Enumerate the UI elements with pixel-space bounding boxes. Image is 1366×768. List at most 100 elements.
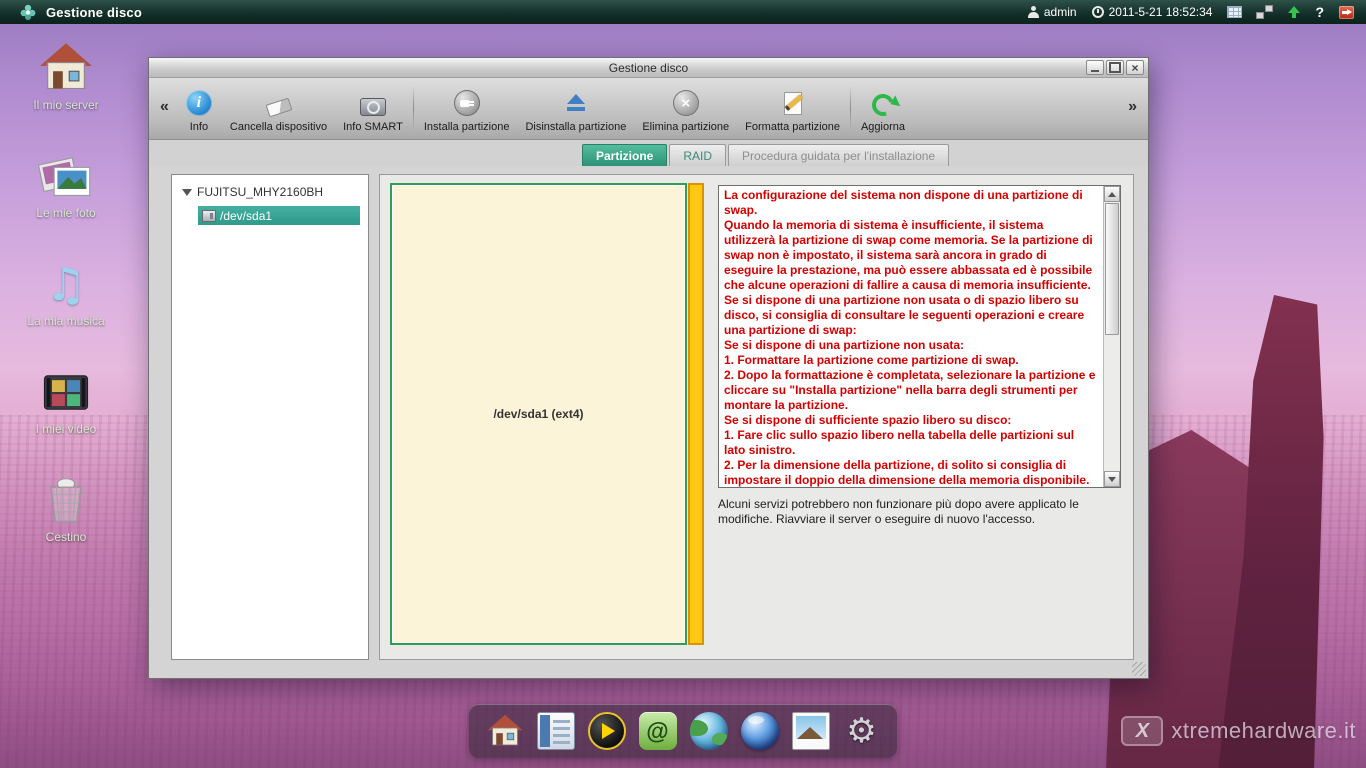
- desktop-shortcuts: Il mio server Le mie foto ♫ La mia music…: [16, 40, 116, 544]
- disk-management-window: Gestione disco « i Info Cancella disposi…: [148, 57, 1149, 679]
- toolbar-scroll-left-button[interactable]: «: [153, 98, 176, 120]
- unmount-partition-button[interactable]: Disinstalla partizione: [517, 78, 634, 139]
- info-line: Quando la memoria di sistema è insuffici…: [724, 218, 1098, 338]
- smart-info-button[interactable]: Info SMART: [335, 78, 411, 139]
- plug-icon: [454, 90, 480, 116]
- music-icon: ♫: [37, 256, 95, 312]
- toolbar-separator: [850, 86, 851, 131]
- smart-disk-icon: [360, 98, 386, 116]
- device-name: FUJITSU_MHY2160BH: [197, 185, 323, 199]
- home-icon: [37, 40, 95, 96]
- device-tree-panel: FUJITSU_MHY2160BH /dev/sda1: [171, 174, 369, 660]
- minimize-button[interactable]: [1086, 60, 1104, 75]
- info-button[interactable]: i Info: [176, 78, 222, 139]
- swap-info-box: La configurazione del sistema non dispon…: [718, 185, 1121, 488]
- tab-install-wizard[interactable]: Procedura guidata per l'installazione: [728, 144, 949, 166]
- dock-browser-icon[interactable]: [741, 712, 779, 750]
- info-scrollbar[interactable]: [1103, 186, 1120, 487]
- clock-icon: [1092, 6, 1104, 18]
- refresh-button[interactable]: Aggiorna: [853, 78, 913, 139]
- dock-home-icon[interactable]: [486, 712, 524, 750]
- tree-expander-icon[interactable]: [182, 189, 192, 196]
- user-indicator[interactable]: admin: [1028, 5, 1077, 19]
- tree-partition-row[interactable]: /dev/sda1: [198, 206, 360, 225]
- info-icon: i: [186, 90, 212, 116]
- scrollbar-thumb[interactable]: [1105, 203, 1119, 335]
- info-line: Se si dispone di una partizione non usat…: [724, 338, 1098, 353]
- shortcut-my-server[interactable]: Il mio server: [16, 40, 116, 112]
- desktop: Gestione disco admin 2011-5-21 18:52:34 …: [0, 0, 1366, 768]
- user-name: admin: [1044, 5, 1077, 19]
- partition-map: /dev/sda1 (ext4): [390, 183, 704, 645]
- tabbar: Partizione RAID Procedura guidata per l'…: [149, 140, 1148, 166]
- system-topbar: Gestione disco admin 2011-5-21 18:52:34 …: [0, 0, 1366, 24]
- toolbar-scroll-right-button[interactable]: »: [1121, 98, 1144, 120]
- eject-icon: [563, 90, 589, 116]
- info-line: 2. Per la dimensione della partizione, d…: [724, 458, 1098, 487]
- shortcut-my-photos[interactable]: Le mie foto: [16, 148, 116, 220]
- close-button[interactable]: [1126, 60, 1144, 75]
- trash-icon: [37, 472, 95, 528]
- dock-settings-icon[interactable]: ⚙: [843, 712, 881, 750]
- toolbar-separator: [413, 86, 414, 131]
- watermark: X xtremehardware.it: [1121, 716, 1356, 746]
- pencil-icon: [780, 90, 806, 116]
- eraser-icon: [265, 98, 292, 118]
- xtremehardware-logo: X: [1121, 716, 1163, 746]
- window-toolbar: « i Info Cancella dispositivo Info SMART…: [149, 78, 1148, 140]
- info-line: 1. Formattare la partizione come partizi…: [724, 353, 1098, 368]
- videos-icon: [37, 364, 95, 420]
- dock-media-player-icon[interactable]: [588, 712, 626, 750]
- app-grid-icon[interactable]: [1227, 6, 1242, 18]
- info-line: 1. Fare clic sullo spazio libero nella t…: [724, 428, 1098, 458]
- user-icon: [1028, 6, 1039, 18]
- arrow-down-icon: [1108, 477, 1116, 482]
- shortcut-my-music[interactable]: ♫ La mia musica: [16, 256, 116, 328]
- partition-block-sda1[interactable]: /dev/sda1 (ext4): [390, 183, 687, 645]
- refresh-icon: [868, 90, 897, 119]
- format-partition-button[interactable]: Formatta partizione: [737, 78, 848, 139]
- shortcut-my-videos[interactable]: I miei video: [16, 364, 116, 436]
- scroll-down-button[interactable]: [1104, 471, 1120, 487]
- topbar-title: Gestione disco: [46, 5, 142, 20]
- arrow-up-icon: [1108, 192, 1116, 197]
- maximize-button[interactable]: [1106, 60, 1124, 75]
- dock-mail-icon[interactable]: @: [639, 712, 677, 750]
- window-titlebar[interactable]: Gestione disco: [149, 58, 1148, 78]
- tree-device-row[interactable]: FUJITSU_MHY2160BH: [172, 175, 368, 203]
- tab-raid[interactable]: RAID: [669, 144, 726, 166]
- window-resize-grip[interactable]: [1132, 662, 1146, 676]
- system-menu-icon[interactable]: [20, 4, 36, 20]
- dock: @ ⚙: [469, 704, 897, 758]
- info-line: 2. Dopo la formattazione è completata, s…: [724, 368, 1098, 413]
- partition-block-label: /dev/sda1 (ext4): [493, 407, 583, 421]
- window-content: FUJITSU_MHY2160BH /dev/sda1 /dev/sda1 (e…: [149, 166, 1148, 678]
- delete-partition-button[interactable]: × Elimina partizione: [634, 78, 737, 139]
- upload-arrow-icon[interactable]: [1287, 6, 1300, 19]
- mount-partition-button[interactable]: Installa partizione: [416, 78, 518, 139]
- hdd-icon: [202, 210, 216, 222]
- window-controls: [1086, 60, 1148, 75]
- service-restart-note: Alcuni servizi potrebbero non funzionare…: [718, 497, 1120, 527]
- partition-main-panel: /dev/sda1 (ext4) La configurazione del s…: [379, 174, 1134, 660]
- window-title: Gestione disco: [149, 61, 1148, 75]
- partition-name: /dev/sda1: [220, 209, 272, 223]
- tab-partizione[interactable]: Partizione: [582, 144, 667, 166]
- erase-device-button[interactable]: Cancella dispositivo: [222, 78, 335, 139]
- photos-icon: [37, 148, 95, 204]
- network-status-icon[interactable]: [1257, 6, 1272, 18]
- scroll-up-button[interactable]: [1104, 186, 1120, 202]
- partition-block-free-space[interactable]: [688, 183, 704, 645]
- dock-file-manager-icon[interactable]: [537, 712, 575, 750]
- watermark-text: xtremehardware.it: [1171, 718, 1356, 744]
- shortcut-trash[interactable]: Cestino: [16, 472, 116, 544]
- delete-icon: ×: [673, 90, 699, 116]
- logout-icon[interactable]: [1339, 6, 1354, 19]
- topbar-status-area: admin 2011-5-21 18:52:34 ?: [1028, 4, 1354, 20]
- info-line: La configurazione del sistema non dispon…: [724, 188, 1098, 218]
- help-button[interactable]: ?: [1315, 4, 1324, 20]
- dock-network-places-icon[interactable]: [690, 712, 728, 750]
- swap-info-text: La configurazione del sistema non dispon…: [719, 186, 1103, 487]
- dock-gallery-icon[interactable]: [792, 712, 830, 750]
- info-line: Se si dispone di sufficiente spazio libe…: [724, 413, 1098, 428]
